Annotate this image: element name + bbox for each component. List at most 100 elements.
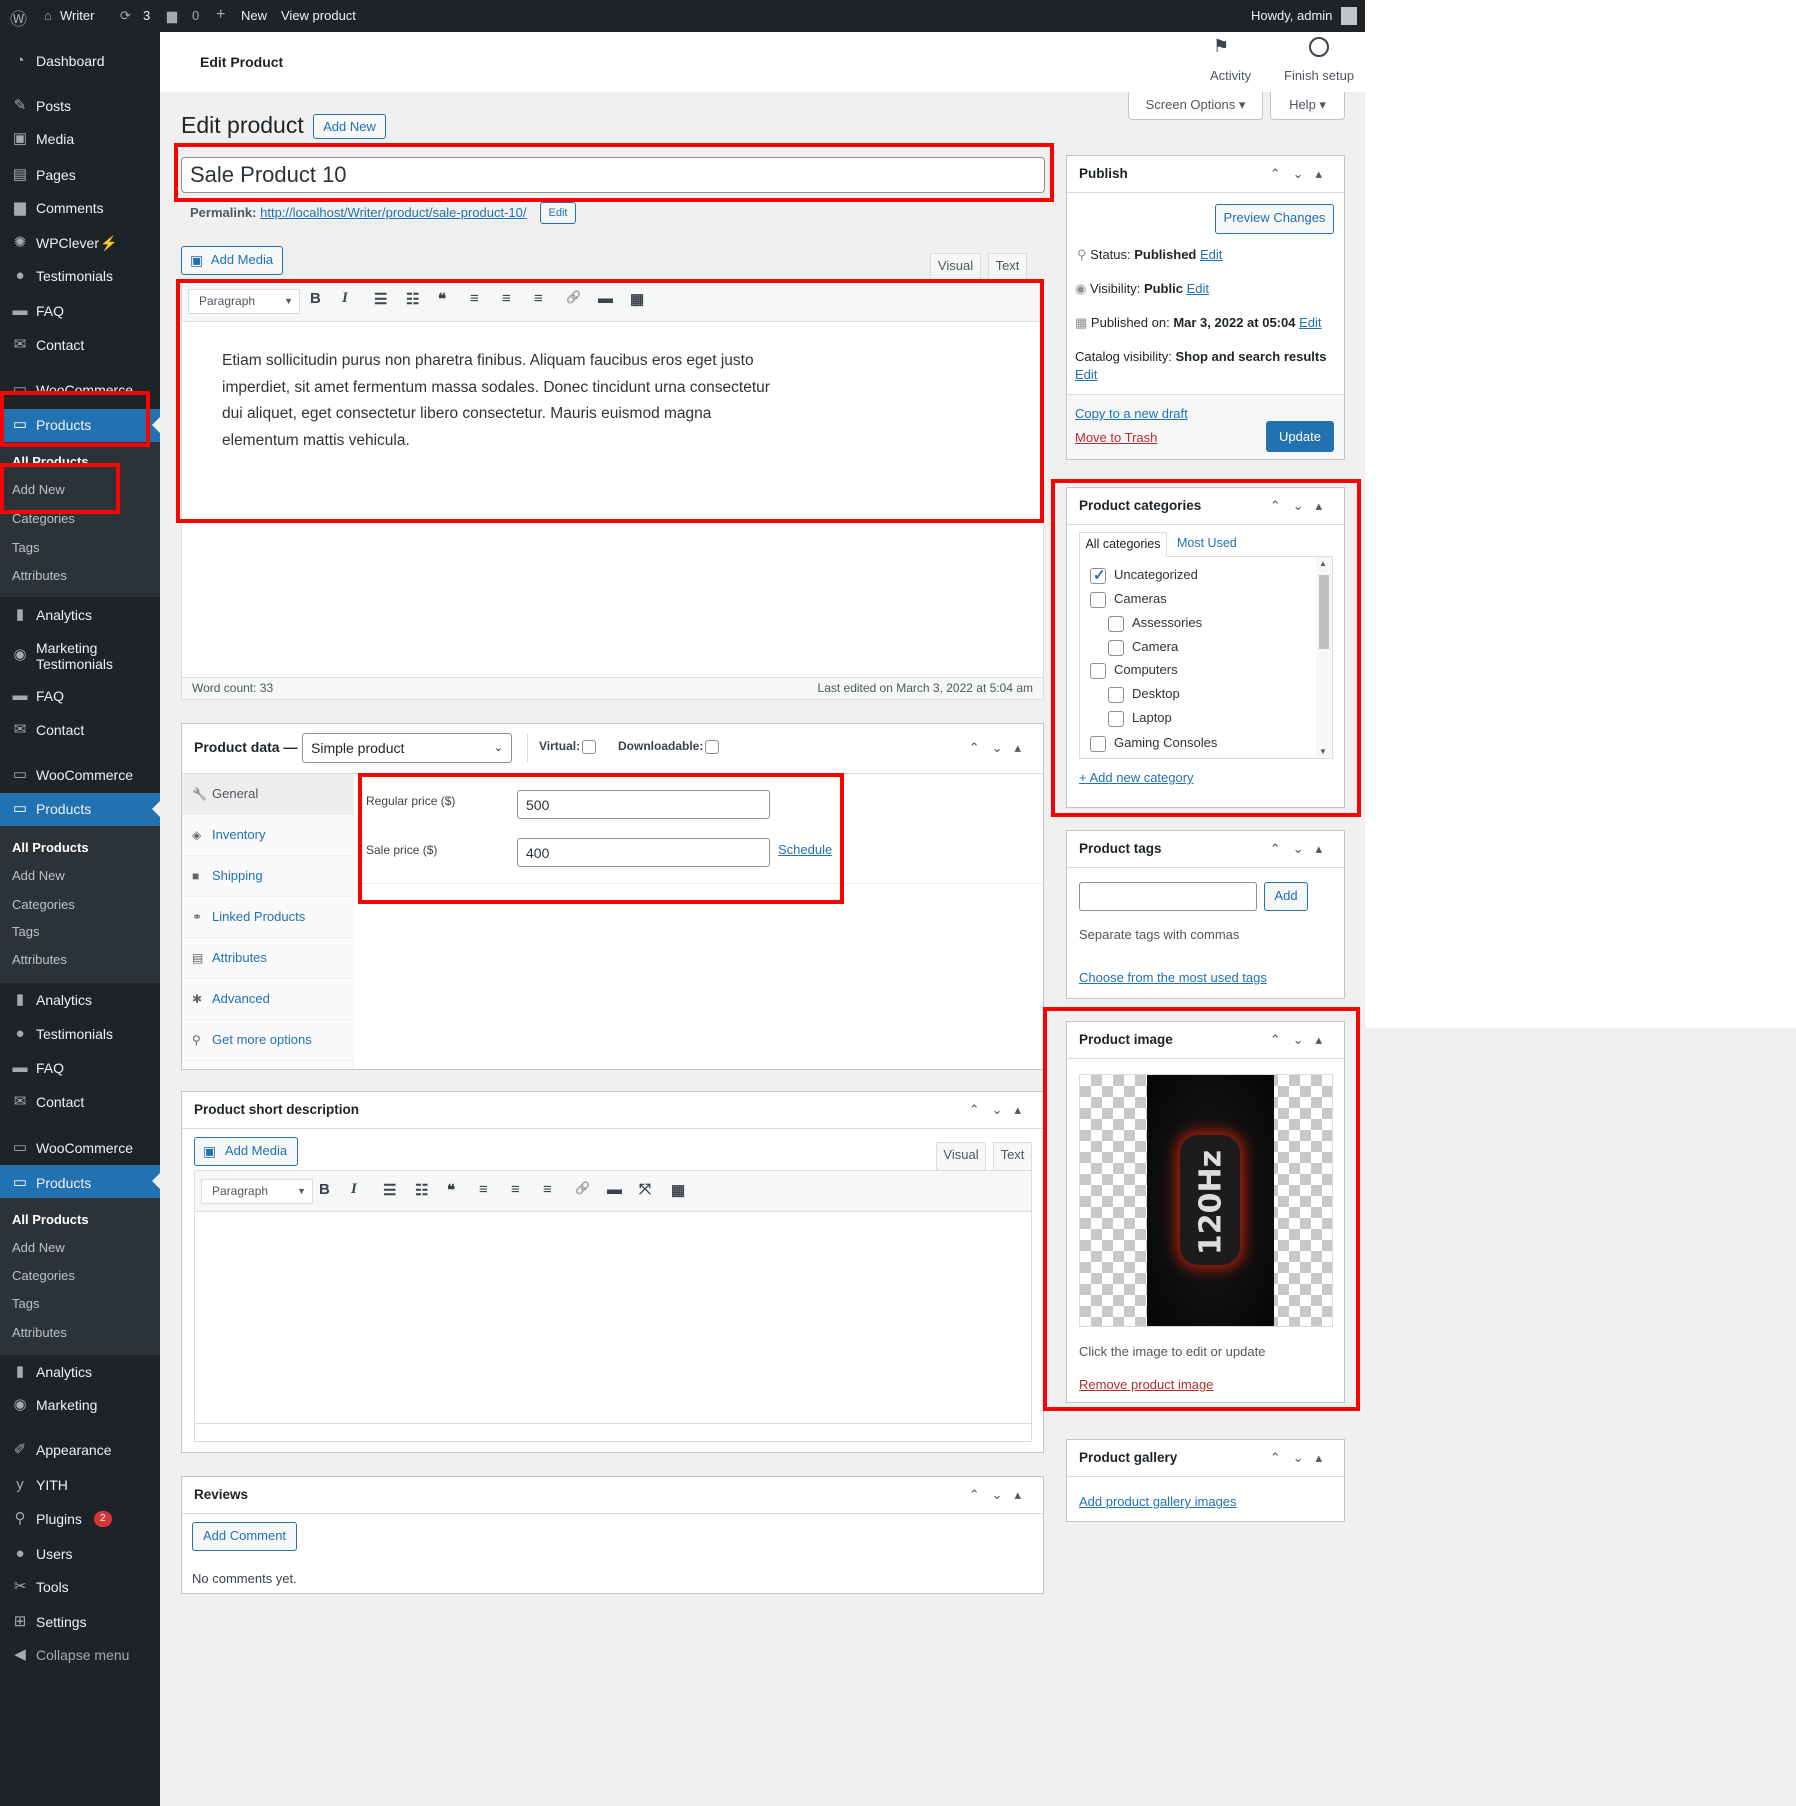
status-edit-link[interactable]: Edit bbox=[1200, 247, 1222, 262]
format-select[interactable]: Paragraph ▼ bbox=[201, 1179, 313, 1204]
howdy-user[interactable]: Howdy, admin bbox=[1251, 8, 1332, 23]
product-data-tab-attributes[interactable]: ▤ Attributes bbox=[182, 938, 354, 979]
box-controls[interactable]: ⌃⌄▴ bbox=[1270, 1032, 1334, 1048]
site-name-link[interactable]: Writer bbox=[60, 8, 94, 23]
box-controls[interactable]: ⌃⌄▴ bbox=[1270, 1450, 1334, 1466]
wordpress-logo-icon[interactable]: Ⓦ bbox=[10, 5, 27, 30]
align-center-icon[interactable]: ≡ bbox=[502, 290, 511, 307]
remove-image-link[interactable]: Remove product image bbox=[1079, 1377, 1213, 1392]
add-gallery-images-link[interactable]: Add product gallery images bbox=[1079, 1494, 1237, 1509]
blockquote-icon[interactable]: ❝ bbox=[438, 290, 446, 308]
product-data-tab-general[interactable]: 🔧 General bbox=[182, 774, 354, 815]
visibility-edit-link[interactable]: Edit bbox=[1187, 281, 1209, 296]
category-item[interactable]: Desktop bbox=[1108, 686, 1180, 703]
add-media-button[interactable]: ▣ Add Media bbox=[181, 246, 283, 275]
box-controls[interactable]: ⌃⌄▴ bbox=[1270, 166, 1334, 182]
category-checkbox[interactable] bbox=[1108, 639, 1124, 656]
circle-icon[interactable] bbox=[1309, 37, 1329, 57]
schedule-link[interactable]: Schedule bbox=[778, 842, 832, 857]
short-description-editor[interactable]: Paragraph ▼ B I ☰ ☷ ❝ ≡ ≡ ≡ 🔗 ▬ ⤧ ▦ bbox=[194, 1170, 1032, 1442]
avatar[interactable] bbox=[1341, 7, 1357, 25]
category-checkbox[interactable] bbox=[1090, 662, 1106, 679]
activity-button[interactable]: Activity bbox=[1210, 68, 1251, 83]
add-new-button[interactable]: Add New bbox=[313, 114, 386, 139]
add-comment-button[interactable]: Add Comment bbox=[192, 1522, 297, 1551]
product-data-tab-get-more-options[interactable]: ⚲ Get more options bbox=[182, 1020, 354, 1061]
update-button[interactable]: Update bbox=[1266, 421, 1334, 452]
format-select[interactable]: Paragraph ▼ bbox=[188, 289, 300, 314]
scrollbar-thumb[interactable] bbox=[1319, 575, 1329, 649]
scroll-up-icon[interactable]: ▲ bbox=[1319, 559, 1327, 568]
product-data-tab-advanced[interactable]: ✱ Advanced bbox=[182, 979, 354, 1020]
catalog-edit-link[interactable]: Edit bbox=[1075, 367, 1097, 382]
align-left-icon[interactable]: ≡ bbox=[470, 290, 479, 307]
editor-content[interactable]: Etiam sollicitudin purus non pharetra fi… bbox=[222, 348, 770, 454]
choose-tags-link[interactable]: Choose from the most used tags bbox=[1079, 970, 1267, 985]
category-checkbox[interactable] bbox=[1090, 566, 1106, 584]
tab-most-used[interactable]: Most Used bbox=[1177, 536, 1237, 550]
updates-icon[interactable]: ⟳ bbox=[120, 8, 131, 24]
preview-changes-button[interactable]: Preview Changes bbox=[1215, 204, 1334, 234]
bold-icon[interactable]: B bbox=[310, 290, 321, 307]
category-item[interactable]: Computers bbox=[1090, 662, 1178, 679]
read-more-icon[interactable]: ▬ bbox=[607, 1181, 622, 1198]
align-center-icon[interactable]: ≡ bbox=[511, 1181, 520, 1198]
updates-count[interactable]: 3 bbox=[143, 8, 150, 23]
product-type-select[interactable]: Simple product ⌄ bbox=[302, 733, 512, 763]
toolbar-toggle-icon[interactable]: ▦ bbox=[671, 1181, 685, 1199]
numbered-list-icon[interactable]: ☷ bbox=[406, 290, 419, 308]
permalink-edit-button[interactable]: Edit bbox=[540, 202, 576, 224]
tab-text[interactable]: Text bbox=[993, 1142, 1032, 1170]
bullet-list-icon[interactable]: ☰ bbox=[383, 1181, 396, 1199]
checkbox[interactable] bbox=[582, 739, 597, 754]
virtual-checkbox[interactable]: Virtual: bbox=[539, 739, 597, 754]
category-item[interactable]: Assessories bbox=[1108, 615, 1202, 632]
new-link[interactable]: New bbox=[241, 8, 267, 23]
tag-input[interactable] bbox=[1079, 882, 1257, 911]
link-icon[interactable]: 🔗 bbox=[575, 1181, 590, 1195]
comment-icon[interactable]: ▆ bbox=[167, 8, 177, 24]
product-data-tab-shipping[interactable]: ■ Shipping bbox=[182, 856, 354, 897]
category-item[interactable]: Uncategorized bbox=[1090, 566, 1198, 584]
align-right-icon[interactable]: ≡ bbox=[543, 1181, 552, 1198]
scrollbar[interactable]: ▲ ▼ bbox=[1316, 557, 1332, 758]
box-controls[interactable]: ⌃⌄▴ bbox=[1270, 498, 1334, 514]
checkbox[interactable] bbox=[705, 739, 720, 754]
box-controls[interactable]: ⌃⌄▴ bbox=[969, 740, 1033, 756]
regular-price-input[interactable] bbox=[517, 790, 770, 819]
downloadable-checkbox[interactable]: Downloadable: bbox=[618, 739, 720, 754]
view-product-link[interactable]: View product bbox=[281, 8, 356, 23]
category-item[interactable]: Laptop bbox=[1108, 710, 1172, 727]
category-checkbox[interactable] bbox=[1090, 591, 1106, 608]
scroll-down-icon[interactable]: ▼ bbox=[1319, 747, 1327, 756]
resize-bar[interactable] bbox=[195, 1423, 1031, 1441]
italic-icon[interactable]: I bbox=[351, 1181, 357, 1198]
toolbar-toggle-icon[interactable]: ▦ bbox=[630, 290, 644, 308]
help-button[interactable]: Help ▾ bbox=[1270, 92, 1345, 120]
tab-text[interactable]: Text bbox=[988, 253, 1027, 279]
add-tag-button[interactable]: Add bbox=[1264, 882, 1308, 911]
product-data-tab-linked-products[interactable]: ⚭ Linked Products bbox=[182, 897, 354, 938]
italic-icon[interactable]: I bbox=[342, 290, 348, 307]
tab-visual[interactable]: Visual bbox=[930, 253, 981, 279]
tab-all-categories[interactable]: All categories bbox=[1079, 532, 1167, 557]
category-checkbox[interactable] bbox=[1108, 615, 1124, 632]
blockquote-icon[interactable]: ❝ bbox=[447, 1181, 455, 1199]
category-checkbox[interactable] bbox=[1090, 735, 1106, 752]
comments-count[interactable]: 0 bbox=[192, 8, 199, 23]
bold-icon[interactable]: B bbox=[319, 1181, 330, 1198]
category-item[interactable]: Cameras bbox=[1090, 591, 1167, 608]
link-icon[interactable]: 🔗 bbox=[566, 290, 581, 304]
add-new-category-link[interactable]: + Add new category bbox=[1079, 770, 1194, 785]
category-checkbox[interactable] bbox=[1108, 686, 1124, 703]
product-title-input[interactable] bbox=[181, 157, 1045, 193]
finish-setup-button[interactable]: Finish setup bbox=[1284, 68, 1354, 83]
align-right-icon[interactable]: ≡ bbox=[534, 290, 543, 307]
read-more-icon[interactable]: ▬ bbox=[598, 290, 613, 307]
box-controls[interactable]: ⌃⌄▴ bbox=[1270, 841, 1334, 857]
product-data-tab-inventory[interactable]: ◈ Inventory bbox=[182, 815, 354, 856]
box-controls[interactable]: ⌃⌄▴ bbox=[969, 1487, 1033, 1503]
numbered-list-icon[interactable]: ☷ bbox=[415, 1181, 428, 1199]
category-item[interactable]: Gaming Consoles bbox=[1090, 735, 1217, 752]
move-to-trash-link[interactable]: Move to Trash bbox=[1075, 430, 1157, 445]
